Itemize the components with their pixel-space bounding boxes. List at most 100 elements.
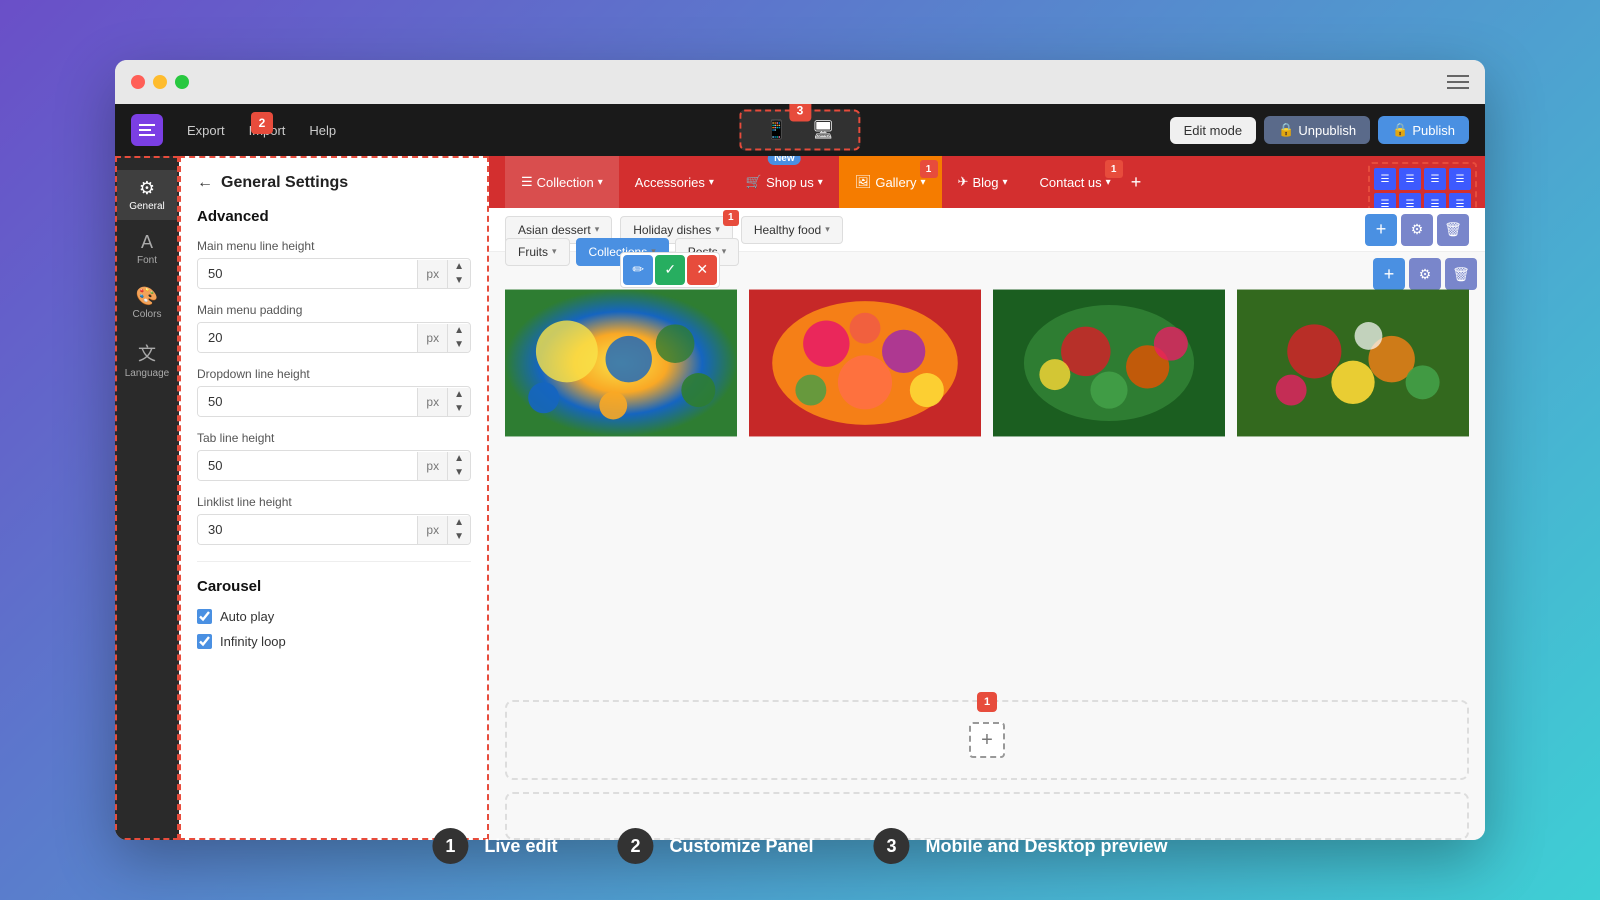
align-center-btn[interactable]: ☰ bbox=[1399, 168, 1421, 190]
image-cell-2[interactable] bbox=[993, 268, 1225, 458]
legend-num-1: 1 bbox=[432, 828, 468, 864]
food-image-1 bbox=[749, 268, 981, 458]
contact-badge: 1 bbox=[1105, 160, 1123, 178]
field-input-main-menu-line-height[interactable] bbox=[198, 259, 417, 288]
field-linklist-line-height: Linklist line height px ▲ ▼ bbox=[197, 495, 471, 545]
main-body: ⚙ General A Font 🎨 Colors 文 Language bbox=[115, 156, 1485, 840]
stepper-up-3[interactable]: ▲ bbox=[448, 452, 470, 466]
legend-item-3: 3 Mobile and Desktop preview bbox=[874, 828, 1168, 864]
desktop-preview-button[interactable]: 🖥 bbox=[804, 118, 843, 143]
stepper-down-1[interactable]: ▼ bbox=[448, 338, 470, 352]
filter-healthy-food[interactable]: Healthy food ▾ bbox=[741, 216, 843, 244]
field-unit-0: px bbox=[417, 260, 447, 288]
field-input-tab-line-height[interactable] bbox=[198, 451, 417, 480]
align-justify-btn[interactable]: ☰ bbox=[1449, 168, 1471, 190]
export-button[interactable]: Export bbox=[187, 123, 225, 138]
site-nav: ☰ Collection ▾ Accessories ▾ New 🛒 Shop … bbox=[489, 156, 1485, 208]
field-unit-2: px bbox=[417, 388, 447, 416]
nav-logo-lines bbox=[139, 124, 155, 136]
edit-btn[interactable]: ✏ bbox=[623, 255, 653, 285]
general-label: General bbox=[129, 201, 165, 212]
infinity-loop-label: Infinity loop bbox=[220, 634, 286, 649]
browser-window: Export Import Help 2 3 📱 🖥 Edit mode 🔒 U… bbox=[115, 60, 1485, 840]
add-manage-group: + ⚙ 🗑 bbox=[1365, 214, 1469, 246]
field-input-dropdown-line-height[interactable] bbox=[198, 387, 417, 416]
food-image-3 bbox=[1237, 268, 1469, 458]
mobile-preview-button[interactable]: 📱 bbox=[757, 118, 795, 143]
infinity-loop-checkbox-row: Infinity loop bbox=[197, 634, 471, 649]
font-label: Font bbox=[137, 255, 157, 266]
carousel-section: Carousel Auto play Infinity loop bbox=[197, 578, 471, 649]
sidebar-item-general[interactable]: ⚙ General bbox=[117, 170, 177, 220]
back-button[interactable]: ← bbox=[197, 174, 213, 192]
field-unit-3: px bbox=[417, 452, 447, 480]
badge-2: 2 bbox=[251, 112, 273, 134]
stepper-up-4[interactable]: ▲ bbox=[448, 516, 470, 530]
edit-mode-button[interactable]: Edit mode bbox=[1170, 117, 1257, 144]
nav-item-gallery[interactable]: 🖼 Gallery ▾ 1 bbox=[839, 156, 942, 208]
holiday-badge: 1 bbox=[723, 210, 739, 226]
filter-fruits[interactable]: Fruits ▾ bbox=[505, 238, 570, 266]
image-grid bbox=[489, 252, 1485, 700]
nav-item-shopus[interactable]: New 🛒 Shop us ▾ bbox=[730, 156, 839, 208]
sidebar-item-font[interactable]: A Font bbox=[117, 224, 177, 274]
dot-yellow[interactable] bbox=[153, 75, 167, 89]
autoplay-checkbox-row: Auto play bbox=[197, 609, 471, 624]
colors-label: Colors bbox=[133, 309, 162, 320]
add-filter-button[interactable]: + bbox=[1365, 214, 1397, 246]
legend-num-2: 2 bbox=[617, 828, 653, 864]
top-navbar: Export Import Help 2 3 📱 🖥 Edit mode 🔒 U… bbox=[115, 104, 1485, 156]
font-icon: A bbox=[141, 232, 153, 253]
field-stepper-4: ▲ ▼ bbox=[447, 516, 470, 544]
sidebar-item-colors[interactable]: 🎨 Colors bbox=[117, 278, 177, 328]
language-icon: 文 bbox=[138, 340, 156, 366]
stepper-down-2[interactable]: ▼ bbox=[448, 402, 470, 416]
field-label-dropdown-line-height: Dropdown line height bbox=[197, 367, 471, 381]
field-input-linklist-line-height[interactable] bbox=[198, 515, 417, 544]
field-input-main-menu-padding[interactable] bbox=[198, 323, 417, 352]
image-cell-1[interactable] bbox=[749, 268, 981, 458]
approve-btn[interactable]: ✓ bbox=[655, 255, 685, 285]
delete-filter-button[interactable]: 🗑 bbox=[1437, 214, 1469, 246]
field-unit-4: px bbox=[417, 516, 447, 544]
badge-3: 3 bbox=[789, 104, 811, 122]
nav-plus-button[interactable]: + bbox=[1131, 172, 1142, 193]
unpublish-button[interactable]: 🔒 Unpublish bbox=[1264, 116, 1370, 144]
nav-item-collection[interactable]: ☰ Collection ▾ bbox=[505, 156, 619, 208]
nav-item-contact[interactable]: Contact us ▾ 1 bbox=[1024, 156, 1127, 208]
help-button[interactable]: Help bbox=[309, 123, 336, 138]
section-num-badge: 1 bbox=[977, 692, 997, 712]
sub-nav: Asian dessert ▾ Holiday dishes ▾ 1 ✏ ✓ ✕ bbox=[489, 208, 1485, 252]
image-cell-0[interactable] bbox=[505, 268, 737, 458]
stepper-up-2[interactable]: ▲ bbox=[448, 388, 470, 402]
align-left-btn[interactable]: ☰ bbox=[1374, 168, 1396, 190]
nav-item-blog[interactable]: ✈ Blog ▾ bbox=[942, 156, 1024, 208]
stepper-down-4[interactable]: ▼ bbox=[448, 530, 470, 544]
legend-item-1: 1 Live edit bbox=[432, 828, 557, 864]
image-cell-3[interactable] bbox=[1237, 268, 1469, 458]
add-section-button[interactable]: + bbox=[969, 722, 1005, 758]
hamburger-icon[interactable] bbox=[1447, 75, 1469, 89]
infinity-loop-checkbox[interactable] bbox=[197, 634, 212, 649]
field-input-row-1: px ▲ ▼ bbox=[197, 322, 471, 353]
delete-mini-btn[interactable]: ✕ bbox=[687, 255, 717, 285]
stepper-down-3[interactable]: ▼ bbox=[448, 466, 470, 480]
stepper-up-1[interactable]: ▲ bbox=[448, 324, 470, 338]
panel-header: ← General Settings bbox=[197, 174, 471, 192]
field-dropdown-line-height: Dropdown line height px ▲ ▼ bbox=[197, 367, 471, 417]
sidebar-item-language[interactable]: 文 Language bbox=[117, 332, 177, 387]
nav-item-accessories[interactable]: Accessories ▾ bbox=[619, 156, 730, 208]
align-right-btn[interactable]: ☰ bbox=[1424, 168, 1446, 190]
add-section: 1 + bbox=[505, 700, 1469, 780]
publish-button[interactable]: 🔒 Publish bbox=[1378, 116, 1469, 144]
field-input-row-0: px ▲ ▼ bbox=[197, 258, 471, 289]
bottom-legend: 1 Live edit 2 Customize Panel 3 Mobile a… bbox=[432, 828, 1167, 864]
autoplay-checkbox[interactable] bbox=[197, 609, 212, 624]
gallery-badge: 1 bbox=[920, 160, 938, 178]
manage-filter-button[interactable]: ⚙ bbox=[1401, 214, 1433, 246]
food-image-0 bbox=[505, 268, 737, 458]
stepper-down-0[interactable]: ▼ bbox=[448, 274, 470, 288]
stepper-up-0[interactable]: ▲ bbox=[448, 260, 470, 274]
dot-red[interactable] bbox=[131, 75, 145, 89]
dot-green[interactable] bbox=[175, 75, 189, 89]
